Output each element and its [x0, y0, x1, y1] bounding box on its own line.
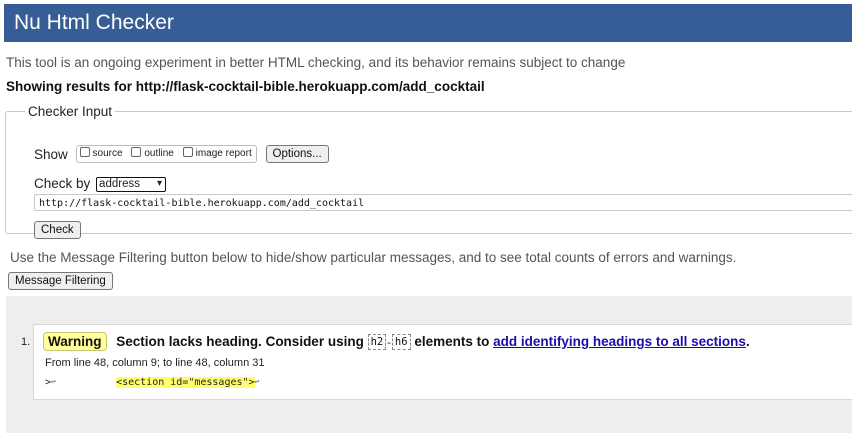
line-break-icon: ↩ [51, 377, 56, 386]
show-label: Show [34, 146, 68, 162]
results-panel: 1. Warning Section lacks heading. Consid… [6, 296, 852, 433]
checker-input-panel: Checker Input Show source outline image … [5, 104, 852, 239]
image-report-checkbox[interactable] [182, 147, 193, 157]
show-outline-option[interactable]: outline [131, 147, 174, 159]
message-filtering-button[interactable]: Message Filtering [8, 272, 113, 290]
check-by-label: Check by [34, 176, 91, 191]
check-by-select[interactable]: address ▾ [96, 176, 167, 192]
check-button-wrap: Check [34, 220, 81, 239]
check-button[interactable]: Check [34, 221, 81, 239]
filter-button-wrap: Message Filtering [8, 271, 113, 290]
source-checkbox[interactable] [79, 147, 90, 157]
message-summary: Warning Section lacks heading. Consider … [43, 332, 750, 351]
line-break-icon: ↩ [254, 377, 260, 386]
outline-label: outline [144, 148, 174, 159]
message-location: From line 48, column 9; to line 48, colu… [45, 357, 265, 369]
code-chip-h6: h6 [391, 334, 411, 350]
filter-info-text: Use the Message Filtering button below t… [10, 250, 737, 265]
chip-separator: - [387, 337, 391, 349]
message-text-after: elements to [414, 334, 490, 349]
extract-highlight: <section id="messages"> [116, 377, 255, 388]
check-by-row: Check by address ▾ [34, 176, 167, 192]
message-number: 1. [21, 336, 31, 348]
show-image-report-option[interactable]: image report [182, 147, 252, 159]
options-button[interactable]: Options... [265, 145, 329, 163]
message-item: Warning Section lacks heading. Consider … [33, 324, 852, 400]
show-source-option[interactable]: source [79, 147, 123, 159]
source-extract: >↩ <section id="messages">↩ [45, 377, 259, 388]
chevron-down-icon: ▾ [157, 177, 163, 189]
headings-help-link[interactable]: add identifying headings to all sections [493, 334, 746, 349]
outline-checkbox[interactable] [131, 147, 142, 157]
check-by-value: address [99, 177, 140, 190]
url-input[interactable]: http://flask-cocktail-bible.herokuapp.co… [34, 194, 852, 211]
show-options-group: source outline image report [75, 145, 257, 163]
checker-input-legend: Checker Input [28, 104, 113, 119]
app-header: Nu Html Checker [4, 4, 852, 42]
warning-badge: Warning [43, 332, 107, 351]
intro-text: This tool is an ongoing experiment in be… [6, 55, 626, 70]
showing-results-text: Showing results for http://flask-cocktai… [6, 79, 485, 94]
source-label: source [92, 148, 123, 159]
message-link-suffix: . [745, 334, 750, 349]
page-title: Nu Html Checker [14, 11, 174, 34]
code-chip-h2: h2 [367, 334, 387, 350]
show-row: Show source outline image report Options… [34, 145, 329, 163]
message-text-before: Section lacks heading. Consider using [116, 334, 364, 349]
image-report-label: image report [195, 148, 252, 159]
